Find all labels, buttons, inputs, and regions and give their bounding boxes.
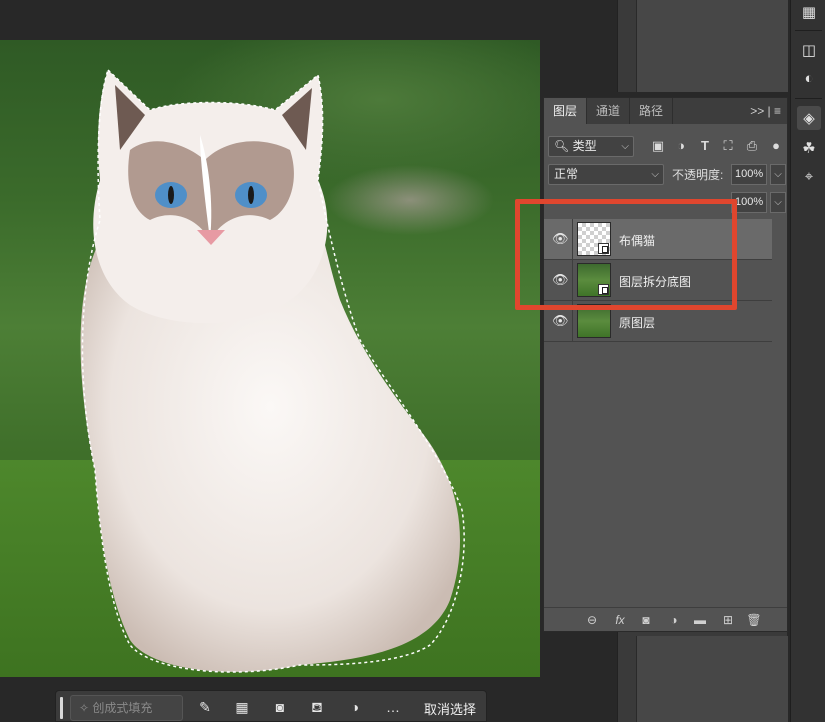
channels-icon[interactable]: ☘ — [797, 136, 821, 160]
panel-icon-rail: ▦ ◫ ◐ ◈ ☘ ⌖ — [790, 0, 825, 722]
upper-panel-area — [617, 0, 788, 92]
search-icon: 🔍︎ — [554, 139, 570, 153]
mask-icon[interactable]: ◙ — [638, 612, 654, 628]
eye-icon[interactable]: 👁︎ — [552, 314, 569, 328]
smart-object-filter-icon[interactable]: ⎙ — [744, 138, 760, 154]
fill-bucket-icon[interactable]: ⛾ — [308, 698, 326, 716]
trash-icon[interactable]: 🗑︎ — [746, 612, 762, 628]
blend-mode-select[interactable]: 正常 ⌵ — [548, 164, 664, 185]
fx-icon[interactable]: fx — [612, 612, 628, 628]
link-icon[interactable]: ⊖ — [584, 612, 600, 628]
contextual-task-bar: ✧ 创成式填充 ✎ ▦ ◙ ⛾ ◑ … 取消选择 — [55, 690, 487, 722]
brush-icon[interactable]: ✎ — [196, 698, 214, 716]
adjustment-filter-icon[interactable]: ◑ — [673, 138, 689, 154]
opacity-dropdown-icon[interactable]: ⌵ — [770, 164, 786, 185]
highlight-box — [515, 199, 737, 310]
lower-panel-area — [617, 632, 788, 722]
filter-toggle-icon[interactable]: ● — [768, 138, 784, 154]
blend-row: 正常 ⌵ 不透明度: 100% ⌵ — [548, 164, 786, 186]
layer-filter-row: 🔍︎ 类型 ⌵ ▣ ◑ T ⛶ ⎙ ● — [548, 136, 786, 158]
chevron-down-icon: ⌵ — [651, 169, 659, 180]
tab-channels[interactable]: 通道 — [587, 98, 631, 124]
mask-icon[interactable]: ◙ — [271, 698, 289, 716]
filter-kind-select[interactable]: 🔍︎ 类型 ⌵ — [548, 136, 634, 157]
document-canvas[interactable] — [0, 40, 540, 677]
folder-icon[interactable]: ▬ — [692, 612, 708, 628]
properties-icon[interactable]: ◫ — [797, 38, 821, 62]
blend-mode-value: 正常 — [554, 167, 579, 181]
generative-fill-button[interactable]: ✧ 创成式填充 — [70, 695, 183, 721]
fill-dropdown-icon[interactable]: ⌵ — [770, 192, 786, 213]
tab-paths[interactable]: 路径 — [630, 98, 674, 124]
type-filter-icon[interactable]: T — [697, 138, 713, 154]
sparkle-icon: ✧ — [79, 701, 93, 715]
opacity-label: 不透明度: — [672, 168, 724, 182]
pixel-filter-icon[interactable]: ▣ — [650, 138, 666, 154]
layers-panel-footer: ⊖ fx ◙ ◑ ▬ ⊞ 🗑︎ — [544, 607, 787, 631]
shape-filter-icon[interactable]: ⛶ — [720, 138, 736, 154]
panel-tabs: 图层 通道 路径 >> | ≡ — [544, 98, 787, 124]
tab-layers[interactable]: 图层 — [544, 98, 588, 124]
drag-handle[interactable] — [60, 697, 63, 719]
transform-selection-icon[interactable]: ▦ — [233, 698, 251, 716]
layers-panel: 图层 通道 路径 >> | ≡ 🔍︎ 类型 ⌵ ▣ ◑ T ⛶ ⎙ ● 正常 ⌵… — [543, 97, 788, 632]
deselect-button[interactable]: 取消选择 — [424, 699, 476, 718]
paths-icon[interactable]: ⌖ — [797, 164, 821, 188]
adjustments-icon[interactable]: ◐ — [797, 66, 821, 90]
generative-fill-label: 创成式填充 — [92, 701, 153, 715]
adjustment-icon[interactable]: ◑ — [346, 698, 364, 716]
layers-icon[interactable]: ◈ — [797, 106, 821, 130]
more-options-icon[interactable]: … — [384, 698, 402, 716]
layer-name: 原图层 — [619, 316, 656, 330]
chevron-down-icon: ⌵ — [621, 141, 629, 152]
opacity-input[interactable]: 100% — [731, 164, 767, 185]
adjustment-layer-icon[interactable]: ◑ — [666, 612, 682, 628]
panel-menu-icon[interactable]: >> | ≡ — [750, 98, 781, 124]
filter-kind-label: 类型 — [572, 139, 597, 153]
grid-icon[interactable]: ▦ — [797, 0, 821, 24]
cat-photo — [0, 68, 540, 677]
new-layer-icon[interactable]: ⊞ — [720, 612, 736, 628]
